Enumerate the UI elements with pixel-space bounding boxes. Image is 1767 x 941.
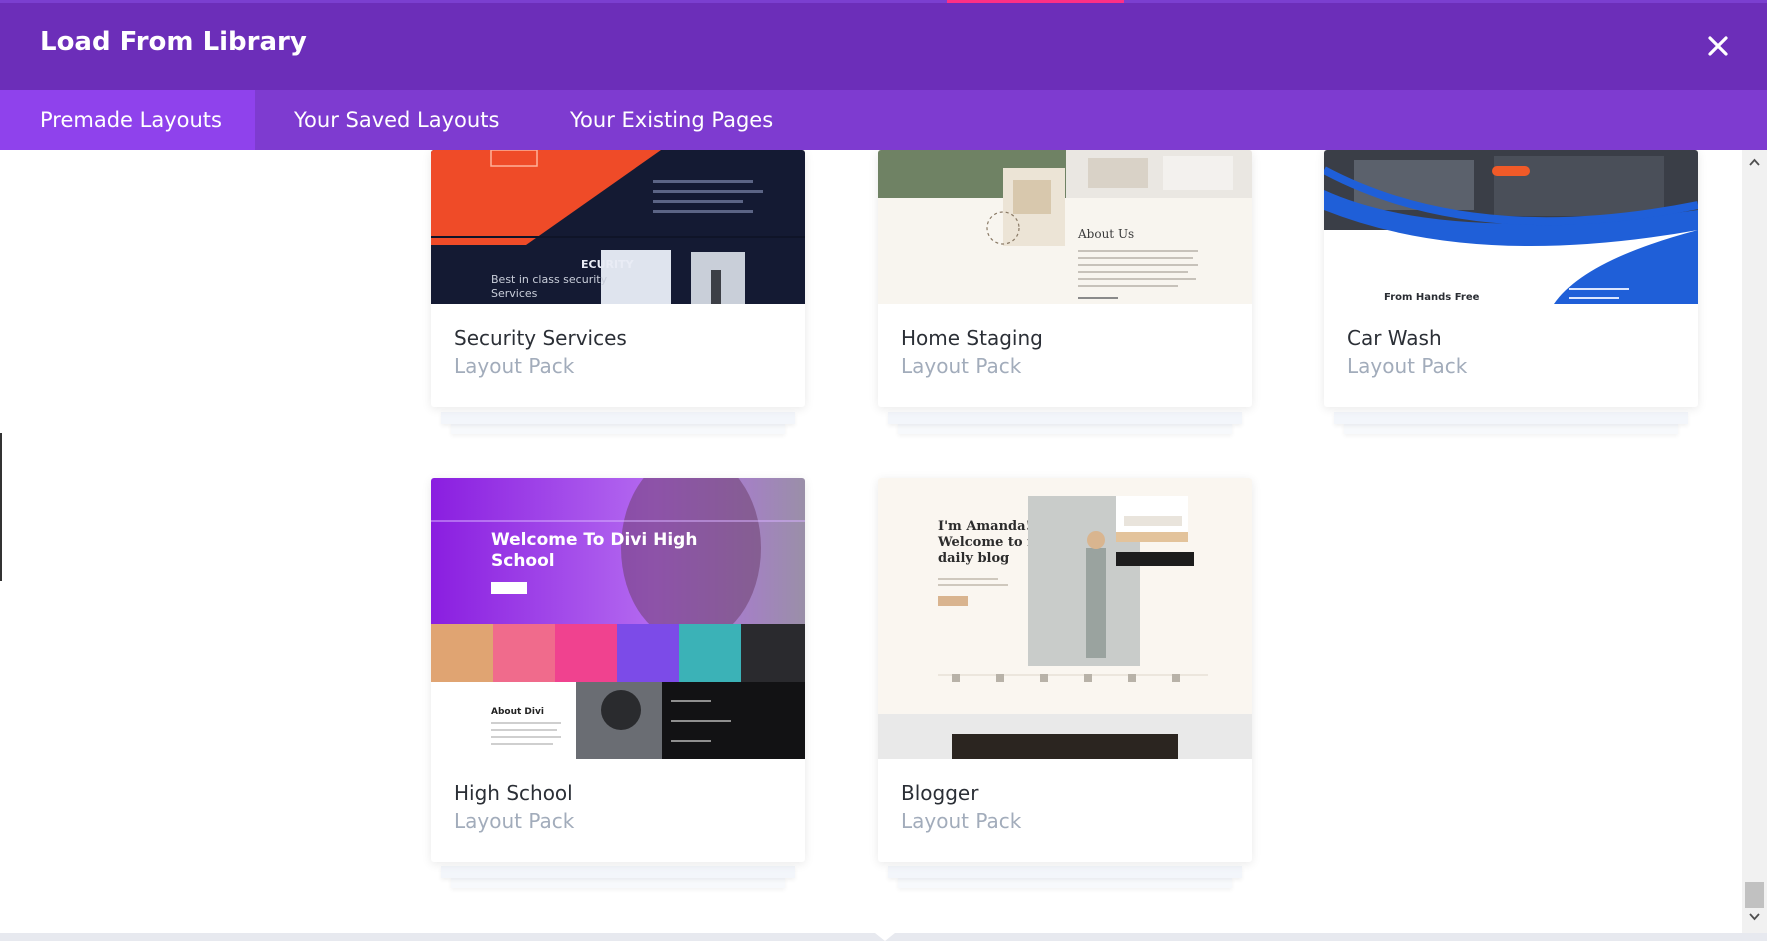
thumb-text: daily blog	[938, 551, 1009, 566]
card-stack-shadow	[441, 866, 795, 878]
card-face: From Hands Free Car Wash Layout Pack	[1324, 150, 1698, 407]
layout-card-car-wash[interactable]: From Hands Free Car Wash Layout Pack	[1324, 150, 1698, 434]
layout-thumbnail[interactable]: I'm Amanda! Welcome to my daily blog	[878, 478, 1252, 759]
thumb-text: School	[491, 551, 555, 571]
card-info: High School Layout Pack	[431, 759, 805, 862]
top-strip-accent	[947, 0, 1124, 3]
thumb-text: ECURITY	[581, 258, 635, 271]
card-info: Blogger Layout Pack	[878, 759, 1252, 862]
layout-name: High School	[454, 781, 573, 805]
close-icon-glyph	[1708, 36, 1728, 56]
scrollbar-thumb[interactable]	[1745, 882, 1764, 908]
tab-label: Your Existing Pages	[570, 108, 774, 132]
layout-type: Layout Pack	[1347, 354, 1468, 378]
layout-card-blogger[interactable]: I'm Amanda! Welcome to my daily blog Blo…	[878, 478, 1252, 888]
thumb-text: Services	[491, 287, 538, 300]
scroll-down-icon[interactable]	[1749, 913, 1760, 921]
thumb-text: Best in class security	[491, 273, 608, 286]
modal-title: Load From Library	[40, 27, 307, 57]
home-staging-thumbnail-art: About Us	[878, 150, 1252, 304]
tab-your-saved-layouts[interactable]: Your Saved Layouts	[294, 90, 499, 150]
tab-your-existing-pages[interactable]: Your Existing Pages	[570, 90, 773, 150]
card-face: Welcome To Divi High School About Divi H…	[431, 478, 805, 862]
scroll-up-icon[interactable]	[1749, 158, 1760, 166]
modal-header: Load From Library	[0, 0, 1767, 90]
thumb-text: From Hands Free	[1384, 292, 1480, 303]
layout-thumbnail[interactable]: From Hands Free	[1324, 150, 1698, 304]
card-face: I'm Amanda! Welcome to my daily blog Blo…	[878, 478, 1252, 862]
layout-thumbnail[interactable]: About Us	[878, 150, 1252, 304]
tab-label: Your Saved Layouts	[294, 108, 500, 132]
layout-type: Layout Pack	[901, 354, 1022, 378]
card-face: About Us Home Staging Layout Pack	[878, 150, 1252, 407]
card-stack-shadow	[1334, 412, 1688, 424]
card-face: ECURITY Best in class security Services …	[431, 150, 805, 407]
library-modal: Load From Library Premade Layouts Your S…	[0, 0, 1767, 933]
car-wash-thumbnail-art: From Hands Free	[1324, 150, 1698, 304]
layout-grid: ECURITY Best in class security Services …	[0, 150, 1742, 933]
layout-thumbnail[interactable]: ECURITY Best in class security Services	[431, 150, 805, 304]
layout-card-security-services[interactable]: ECURITY Best in class security Services …	[431, 150, 805, 434]
blogger-thumbnail-art: I'm Amanda! Welcome to my daily blog	[878, 478, 1252, 759]
card-info: Home Staging Layout Pack	[878, 304, 1252, 407]
card-info: Security Services Layout Pack	[431, 304, 805, 407]
layout-thumbnail[interactable]: Welcome To Divi High School About Divi	[431, 478, 805, 759]
modal-bottom-notch	[865, 925, 905, 941]
layout-name: Car Wash	[1347, 326, 1442, 350]
thumb-text: About Us	[1077, 227, 1134, 241]
card-stack-shadow	[441, 412, 795, 424]
thumb-text: I'm Amanda!	[938, 519, 1031, 534]
left-edge-marker	[0, 433, 2, 581]
card-info: Car Wash Layout Pack	[1324, 304, 1698, 407]
high-school-thumbnail-art: Welcome To Divi High School About Divi	[431, 478, 805, 759]
card-stack-shadow	[888, 412, 1242, 424]
close-icon[interactable]	[1700, 28, 1736, 64]
security-thumbnail-art: ECURITY Best in class security Services	[431, 150, 805, 304]
layout-card-home-staging[interactable]: About Us Home Staging Layout Pack	[878, 150, 1252, 434]
tab-label: Premade Layouts	[40, 108, 222, 132]
layout-name: Blogger	[901, 781, 979, 805]
vertical-scrollbar[interactable]	[1742, 150, 1767, 933]
layout-type: Layout Pack	[901, 809, 1022, 833]
card-stack-shadow	[888, 866, 1242, 878]
top-strip	[0, 0, 1767, 3]
layout-card-high-school[interactable]: Welcome To Divi High School About Divi H…	[431, 478, 805, 888]
layout-type: Layout Pack	[454, 354, 575, 378]
tab-bar: Premade Layouts Your Saved Layouts Your …	[0, 90, 1767, 150]
layout-name: Security Services	[454, 326, 627, 350]
layout-name: Home Staging	[901, 326, 1043, 350]
tab-premade-layouts[interactable]: Premade Layouts	[0, 90, 255, 150]
layout-type: Layout Pack	[454, 809, 575, 833]
thumb-text: Welcome To Divi High	[491, 530, 697, 550]
thumb-text: About Divi	[491, 707, 544, 717]
